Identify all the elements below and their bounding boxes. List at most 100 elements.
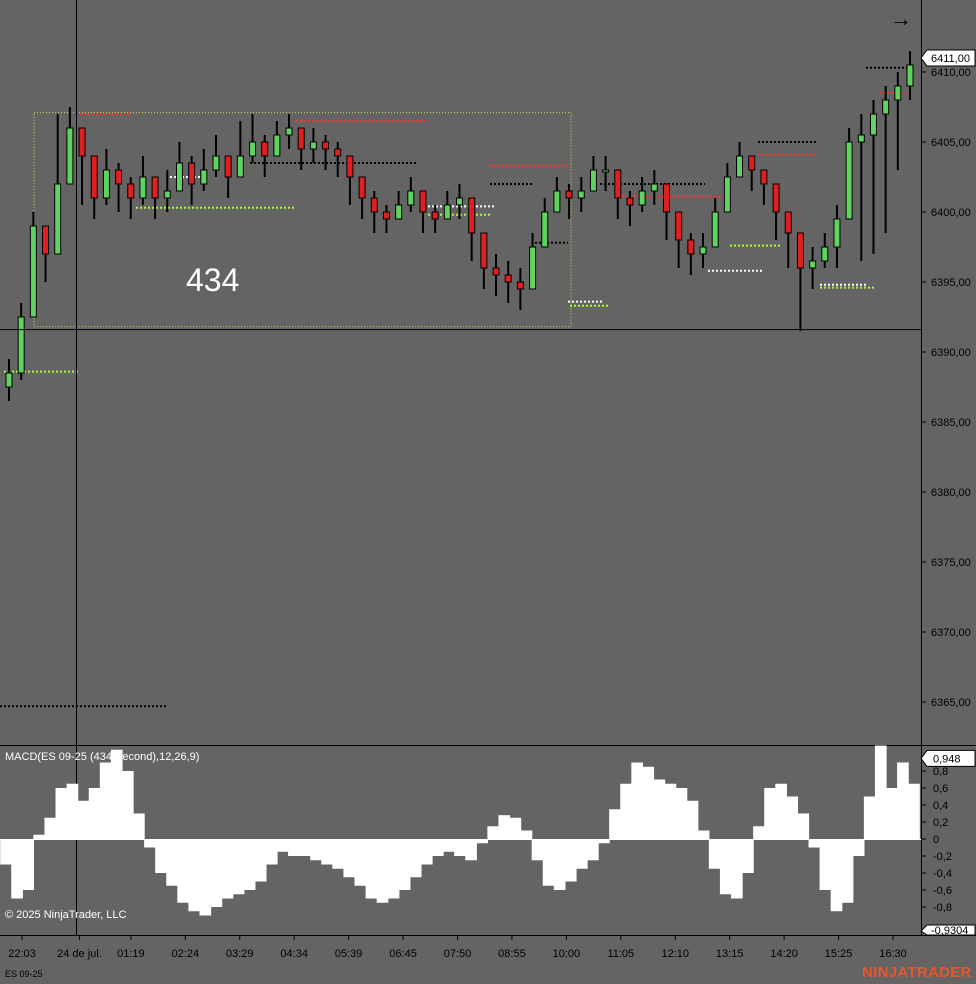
range-box-label: 434: [186, 262, 240, 298]
macd-bar: [664, 783, 677, 839]
price-axis-tick-label: 6405,00: [931, 137, 971, 149]
macd-bar: [321, 839, 333, 865]
macd-bar: [33, 834, 46, 839]
macd-axis-tick-label: 0,2: [933, 817, 948, 829]
price-axis-tick-label: 6370,00: [931, 627, 971, 639]
candle-body: [529, 246, 537, 290]
last-price-tag: 6411,00: [920, 49, 976, 67]
macd-bar: [852, 839, 865, 856]
candles-group: [5, 51, 914, 401]
candle-body: [565, 190, 573, 199]
macd-bar: [509, 817, 522, 839]
candle-body: [869, 113, 877, 136]
price-axis-tick-label: 6380,00: [931, 487, 971, 499]
candle-body: [29, 225, 37, 318]
macd-min-tag-label: -0,9304: [931, 925, 968, 937]
candle-body: [115, 169, 123, 185]
candle-body: [139, 176, 147, 199]
macd-bar: [166, 839, 178, 886]
macd-bar: [210, 839, 223, 907]
candle-body: [224, 155, 232, 178]
time-axis-tick-label: 12:10: [661, 948, 689, 960]
candle-body: [370, 197, 378, 213]
macd-bar: [376, 839, 389, 903]
candle-body: [675, 211, 683, 241]
candle-body: [650, 183, 658, 192]
candle-body: [480, 232, 488, 269]
macd-axis-tick-label: 0,8: [933, 766, 948, 778]
macd-bar: [498, 815, 511, 839]
candle-body: [882, 99, 890, 115]
candle-body: [711, 211, 719, 248]
candle-body: [906, 64, 914, 87]
brand-logo: NINJATRADER: [862, 964, 972, 981]
candle-body: [249, 141, 257, 157]
time-axis-tick-label: 13:15: [716, 948, 744, 960]
candle-body: [492, 267, 500, 276]
candle-body: [163, 190, 171, 199]
candle-body: [699, 246, 707, 255]
macd-bar: [232, 839, 245, 895]
chart-root: 6410,00 6405,00 6400,00 6395,00 6390,00 6385,…: [0, 0, 976, 984]
right-arrow-icon[interactable]: →: [890, 6, 912, 32]
price-axis-tick-label: 6400,00: [931, 207, 971, 219]
macd-axis-tick-label: 0: [933, 834, 939, 846]
macd-bar: [675, 788, 688, 839]
price-axis-tick-label: 6385,00: [931, 417, 971, 429]
macd-bar: [121, 771, 134, 839]
macd-bar: [199, 839, 212, 916]
instrument-label: ES 09-25: [5, 969, 43, 979]
macd-bar: [343, 839, 356, 878]
chart-svg[interactable]: 6410,00 6405,00 6400,00 6395,00 6390,00 6385,…: [0, 0, 976, 984]
macd-axis-tick-label: 0,6: [933, 783, 948, 795]
price-axis-tick-label: 6365,00: [931, 697, 971, 709]
macd-bar: [697, 830, 710, 839]
macd-bar: [155, 839, 167, 873]
candle-body: [334, 148, 342, 157]
candle-body: [845, 141, 853, 220]
candle-body: [188, 162, 196, 185]
candle-body: [285, 127, 293, 136]
candle-body: [626, 197, 634, 206]
price-axis-tick-label: 6410,00: [931, 67, 971, 79]
candle-body: [894, 85, 902, 101]
macd-bar: [88, 788, 101, 839]
macd-bar: [398, 839, 411, 890]
macd-bar: [144, 839, 156, 848]
time-axis-tick-label: 11:05: [607, 948, 634, 960]
candle-body: [54, 183, 62, 255]
candle-body: [261, 141, 269, 157]
time-axis-tick-label: 05:39: [335, 948, 363, 960]
candle-body: [297, 127, 305, 150]
macd-bar: [686, 800, 699, 839]
macd-bar: [432, 839, 444, 856]
macd-last-value-tag-label: 0,948: [933, 753, 961, 765]
candle-body: [614, 169, 622, 199]
last-price-tag-label: 6411,00: [931, 53, 970, 65]
time-axis-tick-label: 04:34: [280, 948, 308, 960]
candle-body: [577, 190, 585, 199]
macd-axis-tick-label: -0,8: [933, 902, 952, 914]
macd-bar: [177, 839, 190, 903]
macd-bar: [753, 826, 765, 839]
candle-body: [358, 176, 366, 199]
candle-body: [407, 190, 415, 206]
macd-bar: [564, 839, 577, 882]
macd-bar: [365, 839, 378, 899]
time-axis-tick-label: 01:19: [117, 948, 145, 960]
time-axis-tick-label: 03:29: [226, 948, 254, 960]
candle-body: [309, 141, 317, 150]
candle-body: [541, 211, 549, 248]
candle-body: [17, 316, 25, 374]
candle-body: [431, 211, 439, 220]
macd-last-value-tag: 0,948: [920, 749, 976, 767]
candle-body: [516, 281, 524, 290]
macd-bar: [575, 839, 588, 869]
macd-bar: [99, 762, 112, 839]
macd-bar: [797, 813, 810, 839]
macd-axis-tick-label: -0,6: [933, 885, 952, 897]
macd-bar: [288, 839, 300, 856]
macd-bar: [454, 839, 466, 856]
macd-bar: [77, 800, 90, 839]
time-axis-tick-label: 02:24: [172, 948, 200, 960]
